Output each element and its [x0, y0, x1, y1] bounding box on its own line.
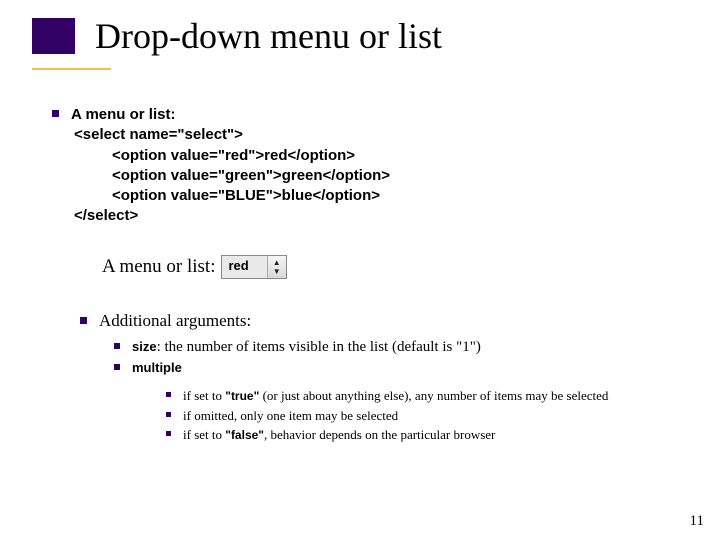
code-line: <select name="select"> [52, 125, 680, 145]
bullet-icon [114, 364, 120, 370]
bullet-icon [166, 412, 171, 417]
title-block: Drop-down menu or list [32, 18, 442, 54]
code-line: <option value="green">green</option> [52, 166, 680, 186]
arg-multiple: multiple [114, 358, 680, 380]
updown-icon: ▲▼ [267, 256, 286, 278]
page-number: 11 [690, 513, 704, 530]
code-line: <option value="BLUE">blue</option> [52, 186, 680, 206]
example-select[interactable]: red ▲▼ [221, 255, 286, 279]
example-label: A menu or list: [102, 256, 215, 278]
rendered-example: A menu or list: red ▲▼ [102, 255, 680, 279]
bullet-icon [114, 343, 120, 349]
title-accent-box [32, 18, 75, 54]
code-line: <option value="red">red</option> [52, 146, 680, 166]
intro-line: A menu or list: [52, 105, 680, 125]
multiple-note: if set to "true" (or just about anything… [166, 386, 680, 406]
example-selected-value: red [222, 256, 266, 278]
bullet-icon [80, 317, 87, 324]
bullet-icon [166, 392, 171, 397]
additional-section: Additional arguments: size: the number o… [80, 311, 680, 445]
slide-body: A menu or list: <select name="select"> <… [52, 105, 680, 445]
bullet-icon [52, 110, 59, 117]
intro-text: A menu or list: [71, 106, 175, 123]
title-underline [32, 68, 111, 70]
arg-size: size: the number of items visible in the… [114, 337, 680, 359]
slide-title: Drop-down menu or list [95, 18, 442, 54]
code-line: </select> [52, 206, 680, 226]
bullet-icon [166, 431, 171, 436]
multiple-note: if omitted, only one item may be selecte… [166, 406, 680, 426]
additional-heading: Additional arguments: [80, 311, 680, 331]
multiple-note: if set to "false", behavior depends on t… [166, 425, 680, 445]
slide: Drop-down menu or list A menu or list: <… [0, 0, 720, 540]
